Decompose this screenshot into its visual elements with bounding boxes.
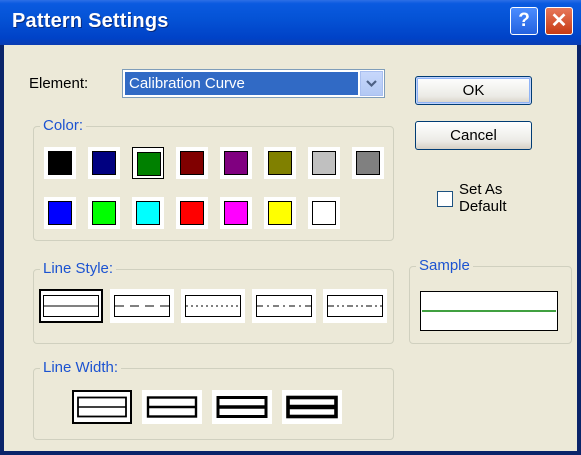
line-style-glyph <box>114 295 170 317</box>
sample-group-title: Sample <box>416 257 473 274</box>
title-bar[interactable]: Pattern Settings ? ✕ <box>0 0 581 45</box>
color-swatch-fill <box>224 201 248 225</box>
line-width-option[interactable] <box>72 390 132 424</box>
color-swatch[interactable] <box>44 147 76 179</box>
ok-button[interactable]: OK <box>415 76 532 105</box>
color-swatch-fill <box>268 201 292 225</box>
sample-preview <box>420 291 558 331</box>
color-swatch[interactable] <box>220 147 252 179</box>
pattern-settings-dialog: Pattern Settings ? ✕ Element: Calibratio… <box>0 0 581 455</box>
line-style-option[interactable] <box>181 289 245 323</box>
color-swatch[interactable] <box>88 197 120 229</box>
line-width-glyph <box>286 395 338 419</box>
color-swatch[interactable] <box>176 197 208 229</box>
color-swatch[interactable] <box>308 197 340 229</box>
color-swatch-fill <box>180 151 204 175</box>
close-button[interactable]: ✕ <box>545 7 573 35</box>
set-as-default-line2: Default <box>459 198 507 215</box>
help-icon: ? <box>518 10 530 31</box>
element-dropdown-value: Calibration Curve <box>125 72 358 95</box>
line-width-option[interactable] <box>142 390 202 424</box>
line-style-glyph <box>43 295 99 317</box>
dropdown-arrow-button[interactable] <box>360 71 383 96</box>
color-swatch-fill <box>268 151 292 175</box>
color-group-title: Color: <box>40 117 87 134</box>
line-style-group-title: Line Style: <box>40 260 117 277</box>
color-swatch[interactable] <box>352 147 384 179</box>
color-swatch[interactable] <box>176 147 208 179</box>
line-width-option[interactable] <box>282 390 342 424</box>
line-style-glyph <box>185 295 241 317</box>
color-swatch[interactable] <box>44 197 76 229</box>
dialog-title: Pattern Settings <box>12 10 169 32</box>
line-style-option[interactable] <box>252 289 316 323</box>
sample-line <box>422 310 556 312</box>
line-width-glyph <box>146 396 198 418</box>
line-style-option[interactable] <box>323 289 387 323</box>
close-icon: ✕ <box>550 10 568 32</box>
element-label: Element: <box>29 75 89 92</box>
color-swatch-fill <box>312 151 336 175</box>
line-width-glyph <box>72 390 132 424</box>
color-swatch-fill <box>356 151 380 175</box>
color-swatch[interactable] <box>264 147 296 179</box>
set-as-default-label[interactable]: Set As Default <box>459 181 507 215</box>
set-as-default-checkbox[interactable] <box>437 191 453 207</box>
color-swatch[interactable] <box>220 197 252 229</box>
color-swatch-fill <box>48 151 72 175</box>
color-swatch-fill <box>224 151 248 175</box>
color-swatch-fill <box>48 201 72 225</box>
element-dropdown[interactable]: Calibration Curve <box>122 69 385 98</box>
color-swatch-fill <box>92 201 116 225</box>
color-swatch[interactable] <box>308 147 340 179</box>
help-button[interactable]: ? <box>510 7 538 35</box>
color-swatch[interactable] <box>132 197 164 229</box>
line-width-option[interactable] <box>212 390 272 424</box>
line-width-glyph <box>216 396 268 418</box>
color-swatch-fill <box>180 201 204 225</box>
line-style-option[interactable] <box>39 289 103 323</box>
set-as-default-line1: Set As <box>459 181 503 198</box>
line-style-glyph <box>327 295 383 317</box>
line-style-glyph <box>256 295 312 317</box>
dialog-body: Element: Calibration Curve Color: Line S… <box>4 45 577 451</box>
color-swatch-fill <box>312 201 336 225</box>
color-swatch-fill <box>136 201 160 225</box>
color-swatch[interactable] <box>264 197 296 229</box>
color-swatch[interactable] <box>132 147 164 179</box>
line-style-option[interactable] <box>110 289 174 323</box>
line-width-group-title: Line Width: <box>40 359 122 376</box>
color-swatch[interactable] <box>88 147 120 179</box>
color-swatch-fill <box>137 152 161 176</box>
color-swatch-fill <box>92 151 116 175</box>
cancel-button[interactable]: Cancel <box>415 121 532 150</box>
chevron-down-icon <box>366 80 377 88</box>
